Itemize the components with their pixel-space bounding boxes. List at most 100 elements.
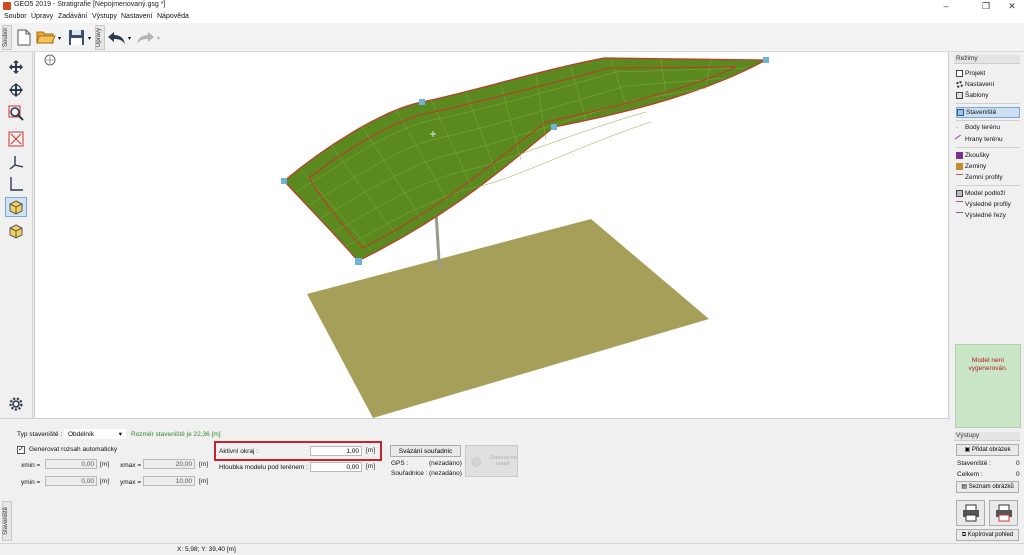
menu-help[interactable]: Nápověda (157, 13, 189, 20)
minimize-button[interactable]: – (935, 0, 957, 12)
xmin-field[interactable]: 0,00 (45, 459, 97, 469)
toolbar-tab-edit[interactable]: Úpravy (95, 25, 105, 50)
maximize-button[interactable]: ❐ (975, 0, 997, 12)
image-list-button[interactable]: ▤ Seznam obrázků (956, 481, 1019, 493)
coordinate-binding-button[interactable]: Svázání souřadnic (390, 445, 461, 457)
outputs-panel: Výstupy ▣ Přidat obrázek Staveniště : 0 … (950, 430, 1024, 543)
model-depth-label: Hloubka modelu pod terénem : (219, 464, 308, 471)
site-images-label: Staveniště : (957, 460, 991, 467)
mode-terrain-points[interactable]: · Body terénu (956, 122, 1020, 133)
show-on-map-label: Zobrazit na mapě (489, 455, 517, 467)
mode-templates[interactable]: Šablony (956, 90, 1020, 101)
pan-button[interactable] (5, 57, 27, 77)
open-file-button[interactable] (36, 26, 56, 48)
model-status-box: Model není vygenerován. (955, 344, 1021, 428)
menu-file[interactable]: Soubor (4, 13, 27, 20)
toolbar: Soubor ▾ ▾ Úpravy ▾ ▾ (0, 23, 1024, 52)
terrain-corner-point[interactable] (355, 258, 362, 265)
panel-tab-site[interactable]: Staveniště (2, 501, 12, 541)
xmax-field[interactable]: 20,00 (143, 459, 195, 469)
zoom-extents-button[interactable] (5, 129, 27, 149)
new-file-button[interactable] (14, 26, 34, 48)
ymax-unit: [m] (199, 478, 209, 485)
view-3d-button[interactable] (5, 197, 27, 217)
auto-range-label: Generovat rozsah automaticky (29, 446, 118, 453)
menu-settings[interactable]: Nastavení (121, 13, 153, 20)
mode-project[interactable]: Projekt (956, 68, 1020, 79)
status-bar: X: 5,98; Y: 39,40 [m] (0, 543, 1024, 555)
print-button[interactable] (956, 500, 985, 526)
undo-button[interactable] (107, 26, 127, 48)
mode-settings[interactable]: Nastavení (956, 79, 1020, 90)
redo-button[interactable] (135, 26, 155, 48)
move-arrows-icon (9, 60, 23, 74)
mode-soil-profiles[interactable]: Zemní profily (956, 172, 1020, 183)
site-size-info: Rozměr staveniště je 22,36 [m] (131, 431, 221, 438)
save-dropdown-icon[interactable]: ▾ (88, 35, 91, 42)
auto-range-checkbox[interactable]: ✓ (17, 446, 25, 454)
active-margin-field[interactable]: 1,00 (310, 446, 362, 456)
printer-export-icon (995, 504, 1012, 522)
view-cube-icon[interactable] (44, 54, 56, 66)
new-file-icon (17, 29, 31, 45)
total-images-count: 0 (1016, 471, 1020, 478)
borehole-icon (956, 152, 963, 159)
active-margin-unit: [m] (366, 447, 376, 454)
xmin-unit: [m] (100, 461, 110, 468)
view-3d-alt-button[interactable] (5, 221, 27, 241)
3d-viewport[interactable] (34, 52, 949, 418)
ymin-unit: [m] (100, 478, 110, 485)
mode-soils[interactable]: Zeminy (956, 161, 1020, 172)
menu-input[interactable]: Zadávání (58, 13, 87, 20)
undo-dropdown-icon[interactable]: ▾ (128, 35, 131, 42)
terrain-3d-view (44, 54, 769, 418)
separator (956, 120, 1020, 121)
template-icon (956, 92, 963, 99)
terrain-corner-point[interactable] (419, 99, 425, 105)
mode-result-profiles[interactable]: Výsledné profily (956, 199, 1020, 210)
result-profile-icon (956, 201, 963, 208)
redo-icon (137, 32, 154, 44)
modes-header: Režimy (954, 55, 1020, 64)
axes-2d-icon (10, 177, 23, 191)
site-type-select[interactable]: Obdélník ▾ (64, 429, 126, 439)
subsoil-model-icon (956, 190, 963, 197)
menu-edit[interactable]: Úpravy (31, 13, 53, 20)
open-dropdown-icon[interactable]: ▾ (58, 35, 61, 42)
terrain-corner-point[interactable] (763, 57, 769, 63)
site-input-panel: Staveniště Typ staveniště : Obdélník ▾ Ro… (0, 418, 950, 543)
ymin-field[interactable]: 0,00 (45, 476, 97, 486)
rotate-button[interactable] (5, 80, 27, 100)
soil-icon (956, 163, 963, 170)
model-depth-field[interactable]: 0,00 (310, 462, 362, 472)
ymax-field[interactable]: 10,00 (143, 476, 195, 486)
toolbar-tab-file[interactable]: Soubor (2, 25, 12, 50)
show-on-map-button[interactable]: ◍ Zobrazit na mapě (465, 445, 518, 477)
print-export-button[interactable] (989, 500, 1018, 526)
terrain-corner-point[interactable] (281, 178, 287, 184)
copy-view-button[interactable]: ⧉ Kopírovat pohled (956, 529, 1019, 541)
axes-3d-button[interactable] (5, 152, 27, 172)
gear-icon (956, 81, 963, 88)
settings-button[interactable] (5, 394, 27, 414)
zoom-button[interactable] (5, 103, 27, 123)
save-button[interactable] (66, 26, 86, 48)
outputs-header: Výstupy (954, 432, 1020, 441)
mode-site[interactable]: Staveniště (956, 107, 1020, 118)
cube-outline-icon (9, 224, 23, 239)
terrain-corner-point[interactable] (551, 124, 557, 130)
gps-label: GPS : (391, 460, 409, 467)
mode-tests[interactable]: Zkoušky (956, 150, 1020, 161)
xmax-unit: [m] (199, 461, 209, 468)
axes-2d-button[interactable] (5, 174, 27, 194)
mode-terrain-edges[interactable]: Hrany terénu (954, 134, 1020, 145)
coordinates-value: (nezadáno) (429, 470, 462, 477)
mode-result-sections[interactable]: Výsledné řezy (956, 210, 1020, 221)
mode-subsoil-model[interactable]: Model podloží (956, 188, 1020, 199)
redo-dropdown-icon[interactable]: ▾ (157, 35, 160, 42)
magnifier-icon (8, 105, 24, 121)
add-image-button[interactable]: ▣ Přidat obrázek (956, 444, 1019, 456)
zoom-extents-icon (8, 131, 24, 147)
close-button[interactable]: ✕ (1001, 0, 1023, 12)
menu-outputs[interactable]: Výstupy (92, 13, 117, 20)
